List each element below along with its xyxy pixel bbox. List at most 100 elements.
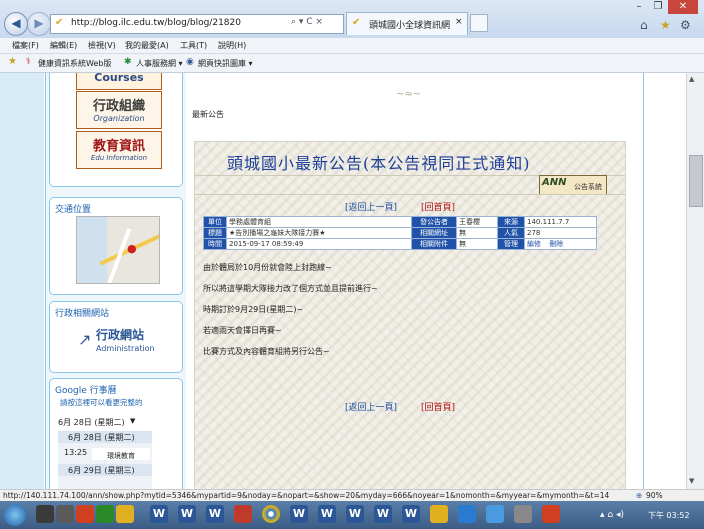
word-icon[interactable]: W — [290, 505, 308, 523]
word-icon[interactable]: W — [402, 505, 420, 523]
location-map[interactable]: ● — [76, 216, 160, 284]
menu-file[interactable]: 檔案(F) — [12, 40, 39, 51]
courses-banner[interactable]: Courses — [76, 73, 162, 90]
tab-close-icon[interactable]: × — [455, 17, 463, 27]
admin-organization-banner[interactable]: 行政組織 Organization — [76, 91, 162, 129]
admin-logo-icon: ↗ — [78, 330, 92, 349]
home-link[interactable]: [回首頁] — [421, 200, 455, 213]
close-window-button[interactable]: ✕ — [668, 0, 698, 14]
announcement-panel: 頭城國小最新公告(本公告視同正式通知) ANN 公告系統 [返回上一頁] [回首… — [194, 141, 626, 489]
settings-gear-icon[interactable]: ⚙ — [680, 18, 691, 32]
menu-favorites[interactable]: 我的最愛(A) — [125, 40, 169, 51]
menu-view[interactable]: 檢視(V) — [88, 40, 116, 51]
favorites-bar: ★ ⚕ 健康資訊系統Web版 ✱ 人事服務網 ▾ ◉ 網頁快訊圖庫 ▾ — [0, 54, 704, 73]
taskbar-app-icon[interactable] — [116, 505, 134, 523]
home-icon[interactable]: ⌂ — [640, 18, 648, 32]
agenda-day-1: 6月 28日 (星期二) — [68, 433, 135, 442]
search-icon[interactable]: ⌕ ▾ C × — [291, 17, 323, 27]
decorative-swirl-icon: ~≈~ — [396, 89, 422, 100]
attachment-label: 相關附件 — [411, 238, 457, 250]
taskbar-clock[interactable]: 下午 03:52 — [648, 510, 690, 521]
calendar-agenda: 6月 28日 (星期二) 13:25 環境教育 6月 29日 (星期三) — [58, 431, 152, 489]
vertical-scrollbar[interactable]: ▲ ▼ — [686, 73, 704, 489]
agenda-event[interactable]: 環境教育 — [92, 448, 150, 460]
minimize-button[interactable]: – — [630, 0, 648, 14]
status-url: http://140.111.74.100/ann/show.php?mytid… — [3, 491, 610, 500]
back-prev-link[interactable]: [返回上一頁] — [345, 200, 397, 213]
scroll-thumb[interactable] — [689, 155, 703, 207]
chrome-icon[interactable] — [262, 505, 280, 523]
unit-label: 單位 — [203, 216, 227, 228]
menu-bar: 檔案(F) 編輯(E) 檢視(V) 我的最愛(A) 工具(T) 說明(H) — [0, 38, 704, 54]
fav-hr-service[interactable]: 人事服務網 ▾ — [136, 58, 183, 69]
source-value: 140.111.7.7 — [524, 216, 597, 228]
title-label: 標題 — [203, 227, 227, 239]
word-icon[interactable]: W — [346, 505, 364, 523]
tray-icons[interactable]: ▴ ⌂ ◂) — [600, 510, 624, 520]
taskbar-app-icon[interactable] — [76, 505, 94, 523]
taskbar-app-icon[interactable] — [234, 505, 252, 523]
browser-title-bar: ◀ ▶ ✔ http://blog.ilc.edu.tw/blog/blog/2… — [0, 0, 704, 39]
home-link-bottom[interactable]: [回首頁] — [421, 400, 455, 413]
menu-edit[interactable]: 編輯(E) — [50, 40, 77, 51]
related-url-label: 相關網址 — [411, 227, 457, 239]
announcement-title: 頭城國小最新公告(本公告視同正式通知) — [227, 154, 531, 173]
edu-information-banner[interactable]: 教育資訊 Edu Information — [76, 131, 162, 169]
calendar-date-selector[interactable]: 6月 28日 (星期二) — [58, 417, 125, 428]
word-icon[interactable]: W — [374, 505, 392, 523]
word-icon[interactable]: W — [150, 505, 168, 523]
site-favicon-icon: ✔ — [55, 17, 64, 28]
address-url: http://blog.ilc.edu.tw/blog/blog/21820 — [71, 18, 241, 28]
word-icon[interactable]: W — [318, 505, 336, 523]
taskbar-app-icon[interactable] — [514, 505, 532, 523]
scroll-up-icon[interactable]: ▲ — [689, 75, 694, 83]
back-button[interactable]: ◀ — [4, 12, 28, 36]
taskbar-app-icon[interactable] — [542, 505, 560, 523]
maximize-button[interactable]: ❐ — [649, 0, 667, 14]
publisher-value: 王春櫻 — [456, 216, 498, 228]
fav-health-system[interactable]: 健康資訊系統Web版 — [38, 58, 111, 69]
manage-actions: 編修 刪除 — [524, 238, 597, 250]
scroll-down-icon[interactable]: ▼ — [689, 477, 694, 485]
delete-link[interactable]: 刪除 — [549, 240, 563, 248]
taskbar-app-icon[interactable] — [96, 505, 114, 523]
start-button-icon[interactable] — [4, 504, 26, 526]
favorites-star-icon[interactable]: ★ — [660, 18, 671, 32]
forward-button[interactable]: ▶ — [27, 12, 51, 36]
zoom-level[interactable]: 90% — [646, 491, 663, 500]
source-label: 來源 — [497, 216, 525, 228]
taskbar-app-icon[interactable] — [458, 505, 476, 523]
related-sites-box: 行政相關網站 ↗ 行政網站 Administration — [49, 301, 183, 373]
new-tab-button[interactable] — [470, 14, 488, 32]
web-page: Courses 行政組織 Organization 教育資訊 Edu Infor… — [0, 73, 686, 489]
views-label: 人氣 — [497, 227, 525, 239]
fav-web-slice[interactable]: 網頁快訊圖庫 ▾ — [198, 58, 253, 69]
back-prev-link-bottom[interactable]: [返回上一頁] — [345, 400, 397, 413]
taskbar-app-icon[interactable] — [56, 505, 74, 523]
calendar-more-link[interactable]: 請按這裡可以看更完整的 — [60, 397, 143, 408]
main-content: ~≈~ 最新公告 頭城國小最新公告(本公告視同正式通知) ANN 公告系統 [返… — [186, 73, 643, 489]
calendar-dropdown-icon[interactable]: ▼ — [130, 417, 135, 425]
address-bar[interactable]: ✔ http://blog.ilc.edu.tw/blog/blog/21820… — [50, 14, 344, 34]
folder-icon[interactable] — [430, 505, 448, 523]
menu-tools[interactable]: 工具(T) — [180, 40, 207, 51]
taskbar-app-icon[interactable] — [486, 505, 504, 523]
page-left-margin — [0, 73, 44, 489]
edit-link[interactable]: 編修 — [527, 240, 541, 248]
section-label: 最新公告 — [192, 110, 224, 119]
tab-favicon-icon: ✔ — [352, 17, 361, 28]
banner-box: Courses 行政組織 Organization 教育資訊 Edu Infor… — [49, 73, 183, 187]
title-value: ★告別播場之龜妹大隊接力賽★ — [226, 227, 412, 239]
announcement-system-badge[interactable]: ANN 公告系統 — [539, 175, 607, 195]
windows-taskbar: W W W W W W W W ▴ ⌂ ◂) 下午 03:52 — [0, 501, 704, 529]
menu-help[interactable]: 說明(H) — [218, 40, 246, 51]
agenda-day-2: 6月 29日 (星期三) — [68, 466, 135, 475]
administration-link[interactable]: ↗ 行政網站 Administration — [78, 324, 158, 364]
left-sidebar: Courses 行政組織 Organization 教育資訊 Edu Infor… — [45, 73, 187, 489]
favorites-bar-star-icon: ★ — [8, 56, 17, 67]
word-icon[interactable]: W — [206, 505, 224, 523]
taskbar-app-icon[interactable] — [36, 505, 54, 523]
browser-tab[interactable]: ✔ 頭城國小全球資訊網 × — [346, 12, 468, 35]
announcement-paragraph: 所以將這學期大隊接力改了個方式並且提前進行~ — [203, 284, 378, 293]
word-icon[interactable]: W — [178, 505, 196, 523]
